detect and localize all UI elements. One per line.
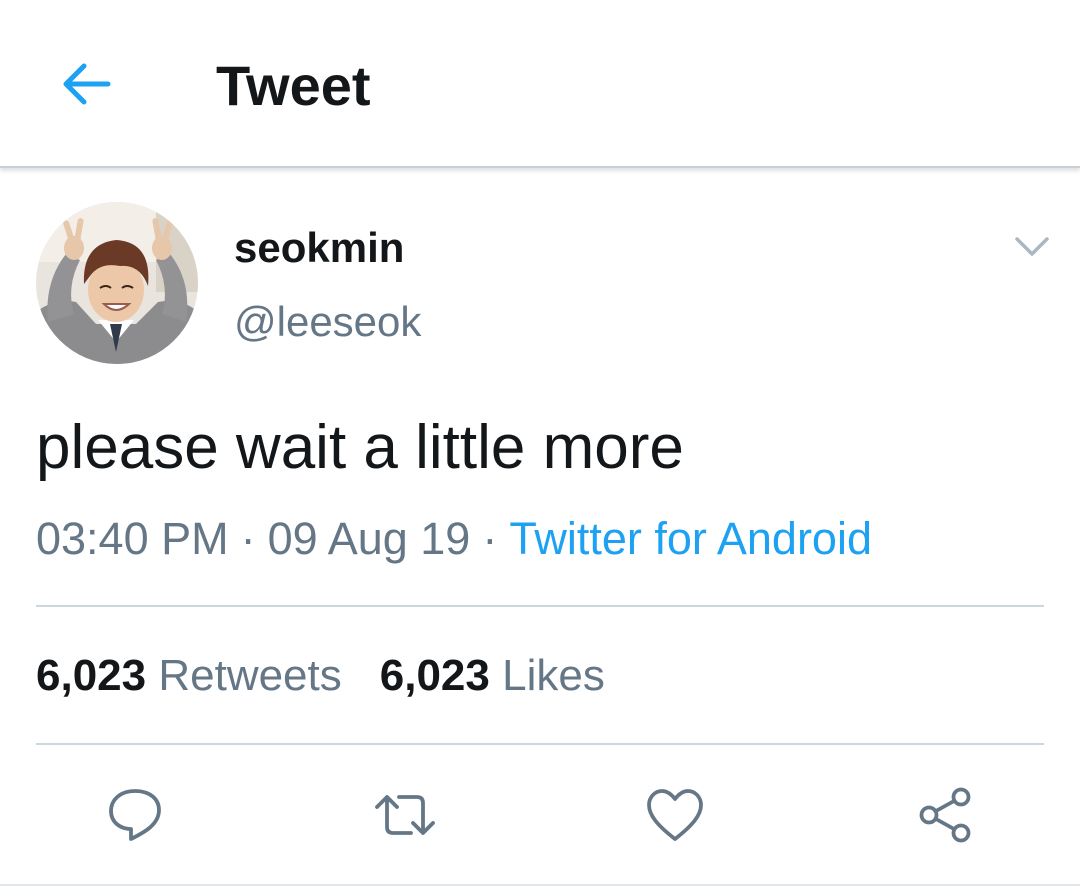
arrow-left-icon [63,63,111,105]
share-icon [919,787,971,843]
tweet-date: 09 Aug 19 [267,513,471,564]
retweet-icon [375,795,435,835]
share-button[interactable] [910,780,980,850]
likes-count: 6,023 [379,651,490,700]
tweet-source-link[interactable]: Twitter for Android [509,513,872,564]
tweet-metadata: 03:40 PM · 09 Aug 19 · Twitter for Android [36,510,872,568]
reply-button[interactable] [100,780,170,850]
page-title: Tweet [216,54,371,117]
separator: · [482,513,498,564]
tweet-text: please wait a little more [36,413,684,482]
top-app-bar: Tweet [0,0,1080,168]
retweets-count: 6,023 [36,651,147,700]
divider [36,605,1044,607]
tweet-time: 03:40 PM [36,513,229,564]
user-handle[interactable]: @leeseok [234,296,421,348]
tweet-menu-button[interactable] [1002,222,1062,272]
display-name[interactable]: seokmin [234,222,404,274]
profile-photo [36,202,198,364]
separator: · [240,513,256,564]
divider [36,743,1044,745]
avatar[interactable] [36,202,198,364]
back-button[interactable] [44,42,128,126]
like-button[interactable] [640,780,710,850]
retweet-button[interactable] [370,780,440,850]
bottom-divider [0,884,1080,886]
retweets-label: Retweets [158,651,342,700]
reply-icon [109,789,161,841]
chevron-down-icon [1015,237,1049,256]
retweets-stat[interactable]: 6,023 Retweets [36,648,342,704]
tweet-stats: 6,023 Retweets 6,023 Likes [36,648,605,704]
heart-icon [647,789,703,841]
likes-stat[interactable]: 6,023 Likes [380,648,605,704]
likes-label: Likes [502,651,605,700]
